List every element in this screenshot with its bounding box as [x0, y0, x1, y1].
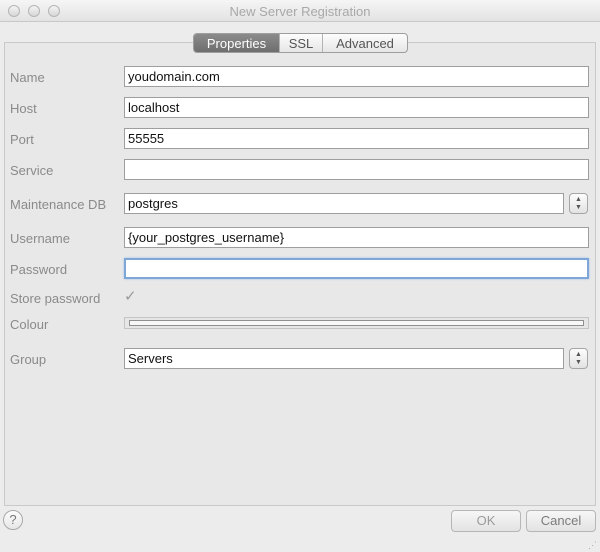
tab-properties[interactable]: Properties	[194, 34, 280, 52]
host-field[interactable]: localhost	[124, 97, 589, 118]
maintenance-db-label: Maintenance DB	[10, 197, 107, 212]
password-field[interactable]	[124, 258, 589, 279]
colour-label: Colour	[10, 317, 49, 332]
chevron-up-icon: ▲	[575, 196, 582, 203]
group-label: Group	[10, 352, 47, 367]
chevron-down-icon: ▼	[575, 359, 582, 366]
service-field[interactable]	[124, 159, 589, 180]
group-combo[interactable]: Servers	[124, 348, 564, 369]
ok-button[interactable]: OK	[451, 510, 521, 532]
service-label: Service	[10, 163, 54, 178]
username-field[interactable]: {your_postgres_username}	[124, 227, 589, 248]
name-label: Name	[10, 70, 45, 85]
server-registration-dialog: New Server Registration Properties SSL A…	[0, 0, 600, 552]
title-bar: New Server Registration	[0, 0, 600, 22]
tab-bar: Properties SSL Advanced	[193, 33, 408, 53]
tab-advanced[interactable]: Advanced	[323, 34, 407, 52]
group-dropdown-button[interactable]: ▲ ▼	[569, 348, 588, 369]
port-field[interactable]: 55555	[124, 128, 589, 149]
password-label: Password	[10, 262, 68, 277]
maintenance-db-combo[interactable]: postgres	[124, 193, 564, 214]
chevron-up-icon: ▲	[575, 351, 582, 358]
username-label: Username	[10, 231, 70, 246]
resize-grip-icon[interactable]: ⋰	[588, 540, 598, 550]
tab-ssl[interactable]: SSL	[280, 34, 323, 52]
port-label: Port	[10, 132, 34, 147]
host-label: Host	[10, 101, 37, 116]
colour-picker-button[interactable]	[124, 317, 589, 329]
name-field[interactable]: youdomain.com	[124, 66, 589, 87]
cancel-button[interactable]: Cancel	[526, 510, 596, 532]
store-password-label: Store password	[10, 291, 101, 306]
window-title: New Server Registration	[229, 4, 371, 19]
colour-swatch	[129, 320, 584, 326]
help-button[interactable]: ?	[3, 510, 23, 530]
maintenance-db-dropdown-button[interactable]: ▲ ▼	[569, 193, 588, 214]
store-password-checkbox[interactable]: ✓	[124, 289, 139, 304]
chevron-down-icon: ▼	[575, 204, 582, 211]
